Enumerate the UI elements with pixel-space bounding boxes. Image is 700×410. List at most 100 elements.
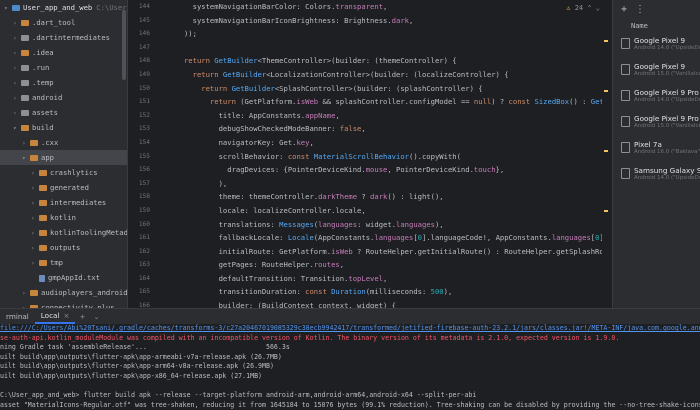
- tree-item-label: .run: [32, 63, 50, 72]
- chevron-icon[interactable]: ›: [31, 196, 39, 211]
- code-line[interactable]: getPages: RouteHelper.routes,: [158, 258, 610, 272]
- terminal-output[interactable]: file:///C:/Users/Abi%20Tsani/.gradle/cac…: [0, 324, 700, 410]
- code-area[interactable]: systemNavigationBarColor: Colors.transpa…: [158, 0, 610, 308]
- close-icon[interactable]: ×: [63, 311, 69, 320]
- chevron-icon[interactable]: ›: [31, 211, 39, 226]
- code-editor[interactable]: 144 145 146 147 148 149 150 151 152 153 154 155 156 1…: [128, 0, 610, 308]
- chevron-icon[interactable]: ›: [22, 136, 30, 151]
- line-number: 159: [138, 206, 150, 214]
- tree-item[interactable]: › outputs: [0, 240, 127, 255]
- chevron-icon[interactable]: ›: [13, 61, 21, 76]
- chevron-icon[interactable]: ›: [31, 166, 39, 181]
- code-line[interactable]: navigatorKey: Get.key,: [158, 136, 610, 150]
- chevron-icon[interactable]: ›: [31, 226, 39, 241]
- device-item[interactable]: Google Pixel 9Android 14.0 ("UpsideDown: [613, 32, 700, 58]
- device-item[interactable]: Google Pixel 9 Android 15.0 ("VanillaIce: [613, 58, 700, 84]
- code-line[interactable]: transitionDuration: const Duration(milli…: [158, 285, 610, 299]
- chevron-icon[interactable]: ▾: [22, 151, 30, 166]
- device-item[interactable]: Google Pixel 9 Pro FolAndroid 15.0 ("Van…: [613, 110, 700, 136]
- tree-item[interactable]: › intermediates: [0, 195, 127, 210]
- chevron-icon[interactable]: ›: [31, 241, 39, 256]
- tree-item-label: generated: [50, 183, 89, 192]
- code-line[interactable]: debugShowCheckedModeBanner: false,: [158, 122, 610, 136]
- chevron-icon[interactable]: ›: [22, 286, 30, 301]
- chevron-up-icon[interactable]: ⌃: [587, 4, 591, 12]
- device-item[interactable]: Pixel 7aAndroid 16.0 ("Baklava") | a: [613, 136, 700, 162]
- chevron-icon[interactable]: ›: [31, 181, 39, 196]
- folder-icon: [39, 185, 47, 191]
- chevron-icon[interactable]: ▾: [13, 121, 21, 136]
- tree-item[interactable]: › .dart_tool: [0, 15, 127, 30]
- inspection-widget[interactable]: ⚠ 24 ⌃ ⌄: [566, 4, 600, 12]
- folder-icon: [21, 50, 29, 56]
- chevron-icon[interactable]: ›: [13, 91, 21, 106]
- tree-item[interactable]: ▾ build: [0, 120, 127, 135]
- code-line[interactable]: title: AppConstants.appName,: [158, 109, 610, 123]
- device-item[interactable]: Google Pixel 9 Pro FolAndroid 14.0 ("Ups…: [613, 84, 700, 110]
- tree-item[interactable]: › assets: [0, 105, 127, 120]
- tree-item[interactable]: › .dartintermediates: [0, 30, 127, 45]
- tree-item-label: tmp: [50, 258, 63, 267]
- chevron-icon[interactable]: ›: [22, 301, 30, 308]
- tree-item[interactable]: gmpAppId.txt: [0, 270, 127, 285]
- tree-item[interactable]: › .cxx: [0, 135, 127, 150]
- tree-item[interactable]: ▾User_app_and_webC:\User_app_and...: [0, 0, 127, 15]
- chevron-icon[interactable]: ›: [13, 76, 21, 91]
- tree-item[interactable]: › generated: [0, 180, 127, 195]
- add-device-icon[interactable]: +: [621, 4, 627, 15]
- tree-item[interactable]: › .temp: [0, 75, 127, 90]
- code-line[interactable]: ),: [158, 177, 610, 191]
- chevron-icon[interactable]: ›: [13, 16, 21, 31]
- chevron-icon[interactable]: ›: [13, 31, 21, 46]
- new-tab-icon[interactable]: +: [75, 312, 89, 321]
- code-line[interactable]: systemNavigationBarColor: Colors.transpa…: [158, 0, 610, 14]
- line-number: 163: [138, 261, 150, 269]
- code-line[interactable]: return GetBuilder<ThemeController>(build…: [158, 54, 610, 68]
- chevron-icon[interactable]: ▾: [4, 1, 12, 16]
- code-line[interactable]: defaultTransition: Transition.topLevel,: [158, 272, 610, 286]
- tree-item[interactable]: › audioplayers_android: [0, 285, 127, 300]
- tree-item[interactable]: ›connectivity_plus: [0, 300, 127, 308]
- device-item[interactable]: Samsung Galaxy S24Android 14.0 ("UpsideD…: [613, 162, 700, 188]
- tree-item[interactable]: › .idea: [0, 45, 127, 60]
- tree-item[interactable]: › android: [0, 90, 127, 105]
- chevron-icon[interactable]: ›: [31, 256, 39, 271]
- code-line[interactable]: scrollBehavior: const MaterialScrollBeha…: [158, 150, 610, 164]
- chevron-down-icon[interactable]: ⌄: [596, 4, 600, 12]
- tree-item[interactable]: › tmp: [0, 255, 127, 270]
- tree-item[interactable]: ▾ app: [0, 150, 127, 165]
- more-icon[interactable]: ⋮: [635, 4, 645, 15]
- code-line[interactable]: [158, 41, 610, 55]
- line-number: 160: [138, 220, 150, 228]
- code-line[interactable]: ));: [158, 27, 610, 41]
- code-line[interactable]: initialRoute: GetPlatform.isWeb ? RouteH…: [158, 245, 610, 259]
- folder-icon: [39, 260, 47, 266]
- chevron-icon[interactable]: ›: [13, 46, 21, 61]
- tree-scrollbar[interactable]: [122, 10, 126, 80]
- code-line[interactable]: systemNavigationBarIconBrightness: Brigh…: [158, 14, 610, 28]
- code-line[interactable]: builder: (BuildContext context, widget) …: [158, 299, 610, 308]
- terminal-line: uilt build\app\outputs\flutter-apk\app-a…: [0, 352, 282, 361]
- code-line[interactable]: locale: localizeController.locale,: [158, 204, 610, 218]
- code-line[interactable]: theme: themeController.darkTheme ? dark(…: [158, 190, 610, 204]
- line-number: 146: [138, 30, 150, 38]
- code-line[interactable]: dragDevices: {PointerDeviceKind.mouse, P…: [158, 163, 610, 177]
- code-line[interactable]: return GetBuilder<SplashController>(buil…: [158, 82, 610, 96]
- tree-item[interactable]: › kotlin: [0, 210, 127, 225]
- code-line[interactable]: return GetBuilder<LocalizationController…: [158, 68, 610, 82]
- code-line[interactable]: return (GetPlatform.isWeb && splashContr…: [158, 95, 610, 109]
- line-number: 162: [138, 247, 150, 255]
- device-name: Google Pixel 9 Pro Fol: [634, 114, 700, 123]
- tree-item[interactable]: › kotlinToolingMetadata: [0, 225, 127, 240]
- code-line[interactable]: translations: Messages(languages: widget…: [158, 218, 610, 232]
- device-text: Google Pixel 9 Android 15.0 ("VanillaIce: [634, 62, 700, 84]
- editor-scrollbar[interactable]: [602, 0, 610, 308]
- code-line[interactable]: fallbackLocale: Locale(AppConstants.lang…: [158, 231, 610, 245]
- tree-item[interactable]: › .run: [0, 60, 127, 75]
- chevron-down-icon[interactable]: ⌄: [90, 312, 104, 321]
- line-number: 164: [138, 274, 150, 282]
- chevron-icon[interactable]: ›: [13, 106, 21, 121]
- tree-item[interactable]: › crashlytics: [0, 165, 127, 180]
- tab-local[interactable]: Local ×: [34, 309, 76, 324]
- device-name: Samsung Galaxy S24: [634, 166, 700, 175]
